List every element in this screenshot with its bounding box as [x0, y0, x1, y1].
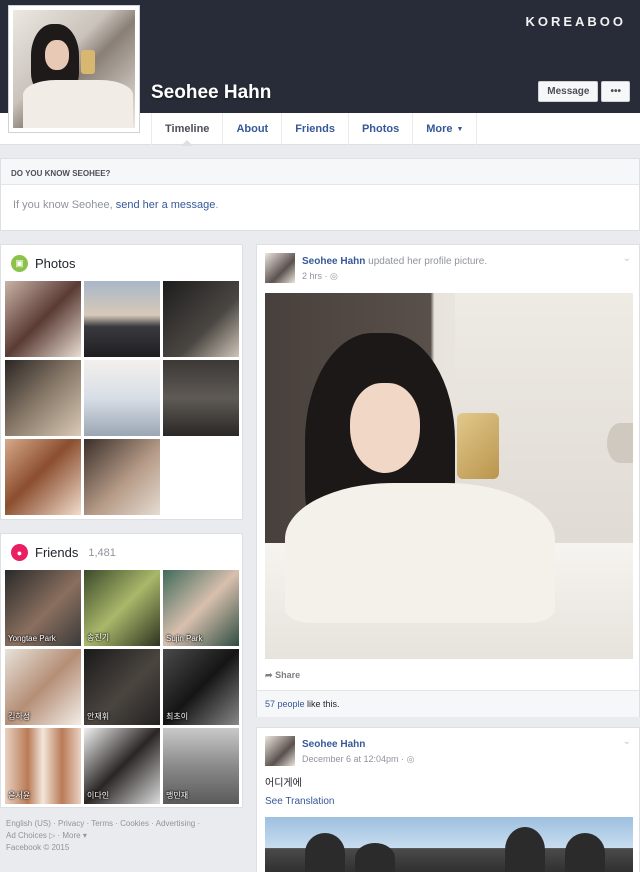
share-label: Share	[275, 670, 301, 680]
post-author-name[interactable]: Seohee Hahn	[302, 256, 365, 267]
profile-picture[interactable]	[8, 5, 140, 133]
more-options-button[interactable]: •••	[601, 81, 630, 102]
post-time[interactable]: December 6 at 12:04pm ·	[302, 754, 407, 764]
send-message-link[interactable]: send her a message	[116, 199, 216, 211]
share-button[interactable]: ➦ Share	[265, 670, 300, 681]
post-header: Seohee Hahn updated her profile picture.	[302, 256, 487, 267]
post-timestamp: December 6 at 12:04pm · ◎	[302, 754, 414, 765]
people-icon: ●	[11, 544, 28, 561]
photo-thumbnail[interactable]	[5, 360, 81, 436]
friend-tile[interactable]: 맹민재	[163, 728, 239, 804]
tab-more-label: More	[426, 123, 453, 135]
post-photo[interactable]	[265, 817, 633, 872]
friends-card: ● Friends 1,481 Yongtae Park 송진기 Sujin P…	[0, 533, 243, 808]
friend-name: 이다인	[87, 791, 110, 800]
know-box-body: If you know Seohee, send her a message.	[1, 185, 639, 225]
photos-title: Photos	[35, 256, 76, 271]
friend-tile[interactable]: 김하성	[5, 649, 81, 725]
timeline-post: Seohee Hahn December 6 at 12:04pm · ◎ ⌄ …	[256, 727, 640, 872]
post-author-avatar[interactable]	[265, 736, 295, 766]
post-action-text: updated her profile picture.	[365, 256, 488, 267]
tab-about[interactable]: About	[223, 113, 283, 145]
photos-grid	[5, 281, 239, 515]
photos-card: ▣ Photos	[0, 244, 243, 520]
friend-tile[interactable]: Sujin Park	[163, 570, 239, 646]
post-timestamp: 2 hrs · ◎	[302, 271, 338, 282]
friend-name: 윤서윤	[8, 791, 31, 800]
watermark: KOREABOO	[525, 14, 626, 29]
friend-name: 안재휘	[87, 712, 110, 721]
photo-thumbnail[interactable]	[84, 281, 160, 357]
tab-timeline[interactable]: Timeline	[151, 113, 224, 146]
timeline-post: Seohee Hahn updated her profile picture.…	[256, 244, 640, 717]
friends-grid: Yongtae Park 송진기 Sujin Park 김하성 안재휘 최초이 …	[5, 570, 239, 804]
footer-copyright: Facebook © 2015	[6, 843, 70, 852]
photos-header[interactable]: ▣ Photos	[11, 255, 75, 272]
globe-icon: ◎	[330, 271, 338, 281]
friend-count: 1,481	[88, 546, 116, 559]
photo-thumbnail[interactable]	[5, 281, 81, 357]
tab-friends[interactable]: Friends	[282, 113, 349, 145]
friend-tile[interactable]: 송진기	[84, 570, 160, 646]
see-translation-link[interactable]: See Translation	[265, 796, 335, 807]
photo-thumbnail[interactable]	[84, 360, 160, 436]
chevron-down-icon[interactable]: ⌄	[623, 736, 631, 747]
friend-name: Yongtae Park	[8, 634, 56, 643]
know-box-end: .	[215, 199, 219, 211]
post-header: Seohee Hahn	[302, 739, 365, 750]
know-box-title: DO YOU KNOW SEOHEE?	[1, 159, 639, 185]
friend-name: 최초이	[166, 712, 189, 721]
tab-more[interactable]: More ▼	[413, 113, 478, 145]
caret-down-icon: ▼	[456, 125, 464, 133]
site-footer: English (US) · Privacy · Terms · Cookies…	[6, 818, 236, 854]
photo-thumbnail[interactable]	[84, 439, 160, 515]
photo-icon: ▣	[11, 255, 28, 272]
photo-thumbnail[interactable]	[163, 360, 239, 436]
friend-name: 김하성	[8, 712, 31, 721]
footer-links[interactable]: English (US) · Privacy · Terms · Cookies…	[6, 818, 236, 830]
photo-thumbnail[interactable]	[5, 439, 81, 515]
message-button[interactable]: Message	[538, 81, 599, 102]
friend-name: Sujin Park	[166, 634, 203, 643]
profile-picture-image	[13, 10, 135, 128]
friend-tile[interactable]: 윤서윤	[5, 728, 81, 804]
friends-title: Friends	[35, 545, 79, 560]
friend-name: 송진기	[87, 633, 110, 642]
post-time[interactable]: 2 hrs ·	[302, 271, 330, 281]
tab-photos[interactable]: Photos	[349, 113, 414, 145]
post-author-name[interactable]: Seohee Hahn	[302, 739, 365, 750]
photo-thumbnail[interactable]	[163, 281, 239, 357]
friends-header[interactable]: ● Friends 1,481	[11, 544, 116, 561]
friend-name: 맹민재	[166, 791, 189, 800]
post-author-avatar[interactable]	[265, 253, 295, 283]
friend-tile[interactable]: Yongtae Park	[5, 570, 81, 646]
likes-summary: 57 people like this.	[257, 690, 639, 717]
post-text: 어디게에	[265, 778, 302, 789]
chevron-down-icon[interactable]: ⌄	[623, 253, 631, 264]
friend-tile[interactable]: 안재휘	[84, 649, 160, 725]
footer-links-2[interactable]: Ad Choices ▷ · More ▾	[6, 830, 236, 842]
post-photo[interactable]	[265, 293, 633, 659]
likes-link[interactable]: 57 people	[265, 699, 305, 709]
share-arrow-icon: ➦	[265, 670, 273, 680]
know-box-text: If you know Seohee,	[13, 199, 116, 211]
globe-icon: ◎	[406, 754, 415, 764]
likes-text: like this.	[304, 699, 340, 709]
cover-actions: Message •••	[538, 81, 630, 102]
friend-tile[interactable]: 이다인	[84, 728, 160, 804]
friend-tile[interactable]: 최초이	[163, 649, 239, 725]
know-box: DO YOU KNOW SEOHEE? If you know Seohee, …	[0, 158, 640, 231]
profile-name[interactable]: Seohee Hahn	[151, 82, 271, 104]
